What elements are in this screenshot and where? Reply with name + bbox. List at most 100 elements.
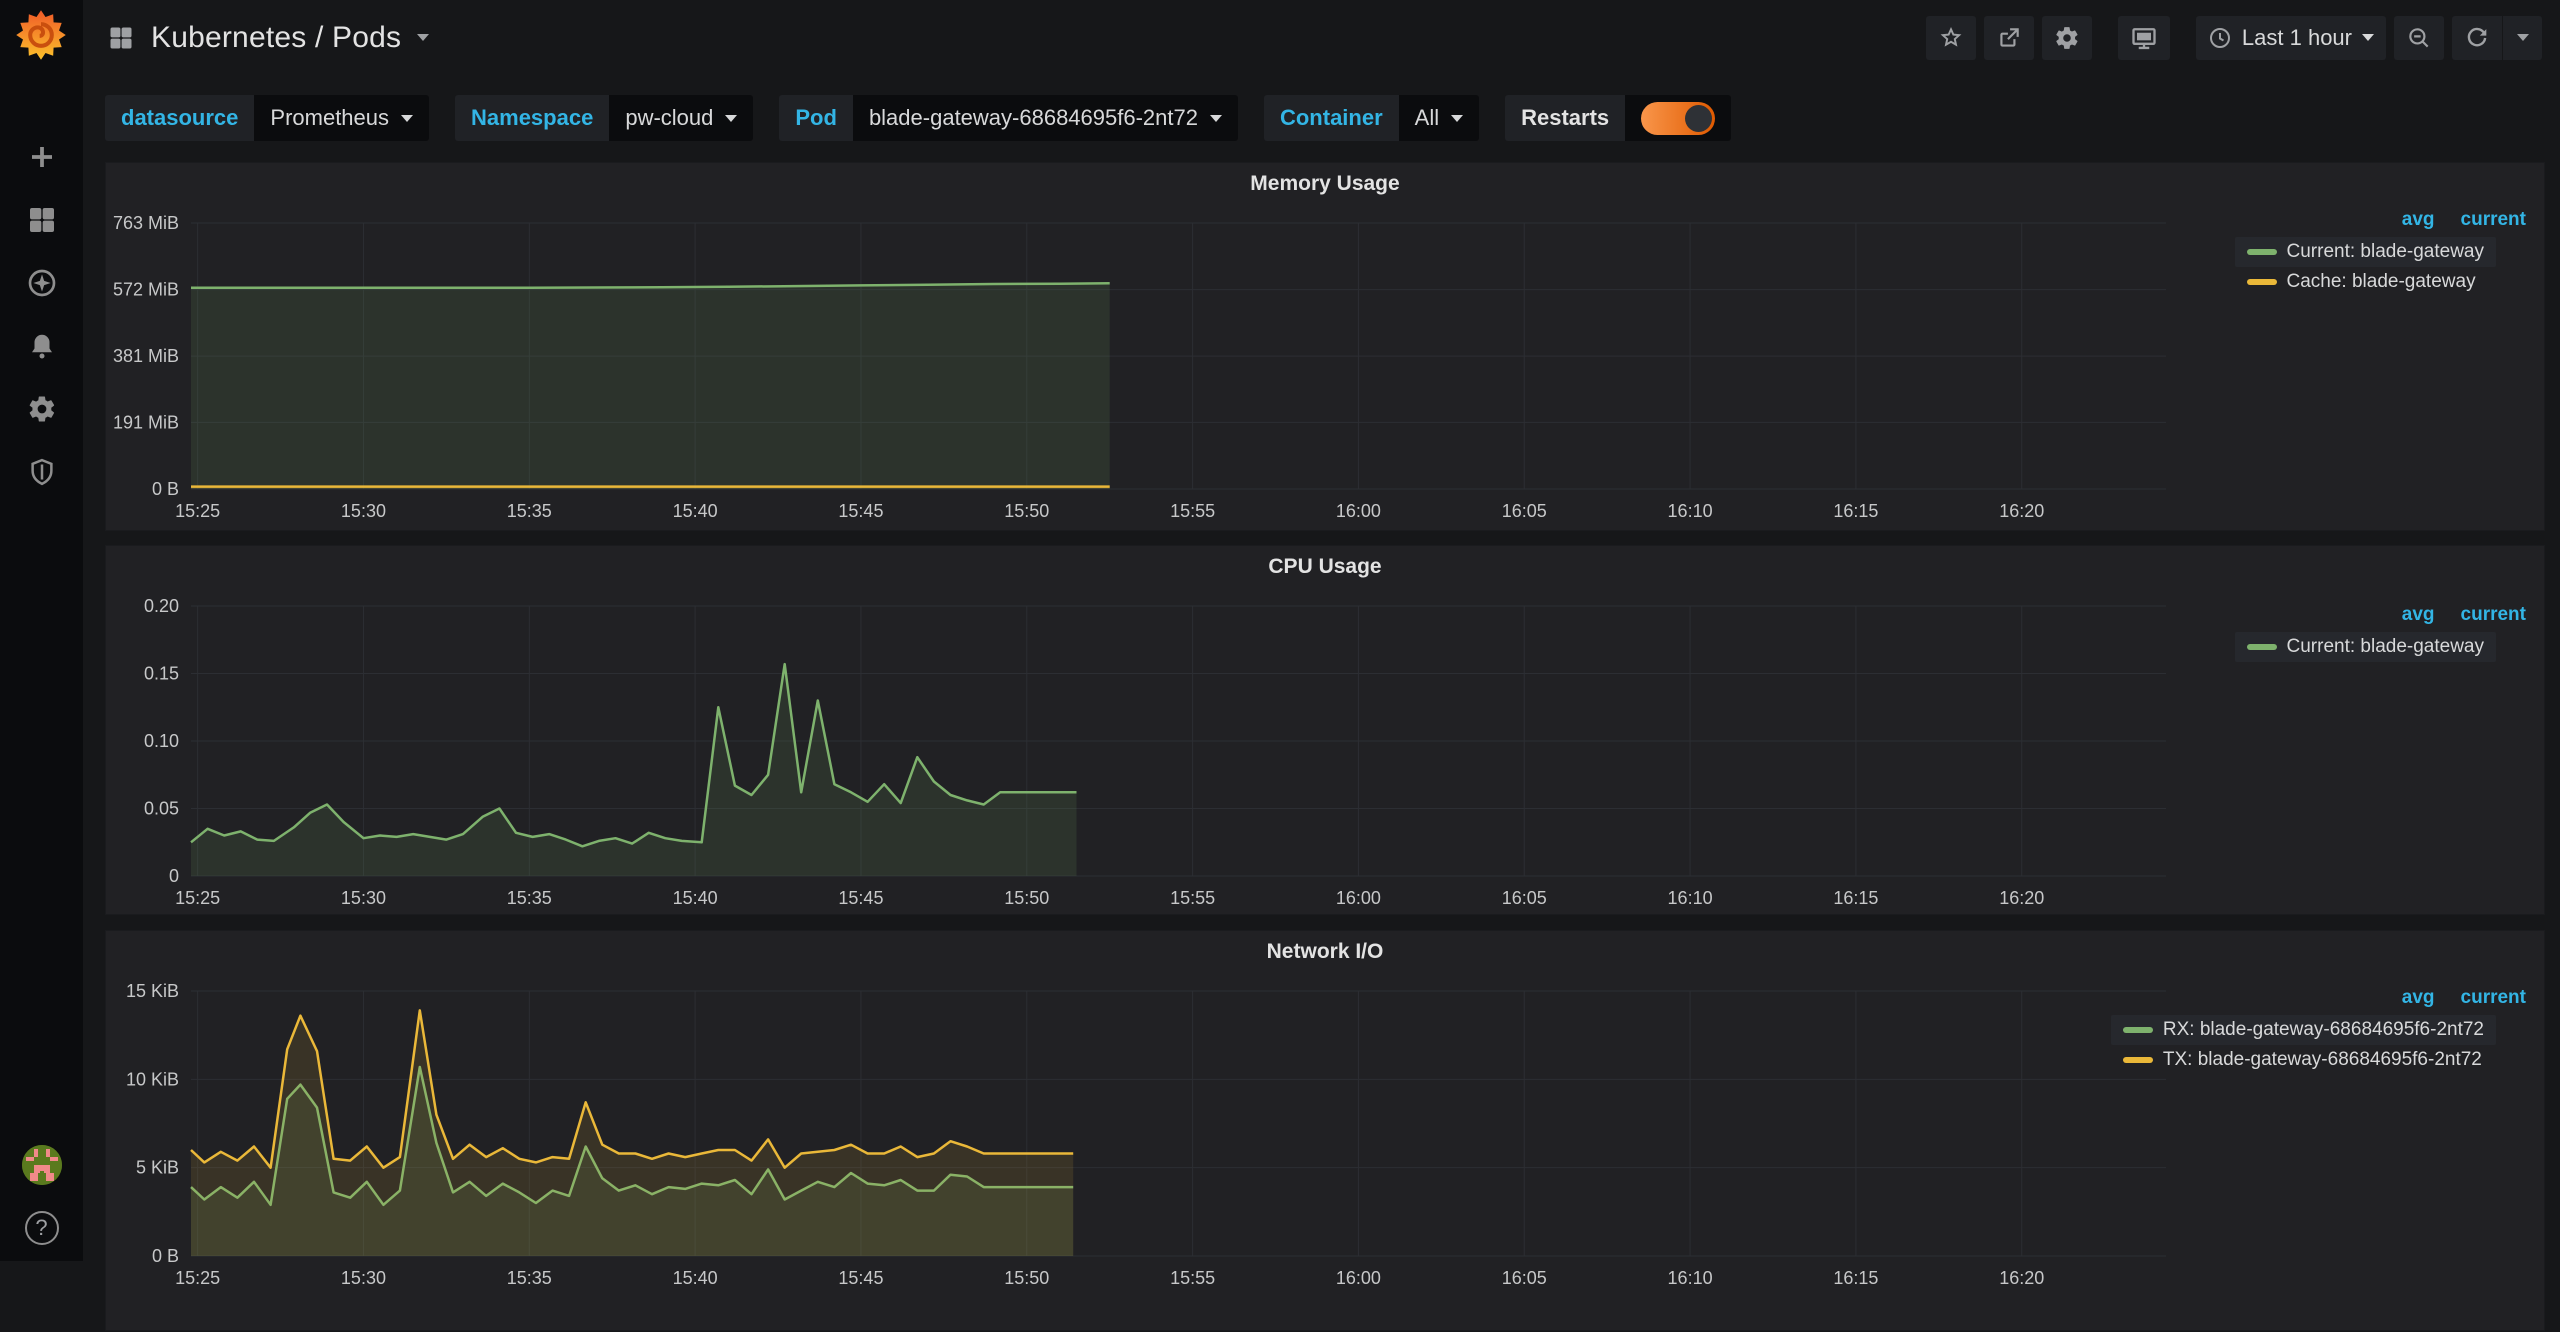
variable-datasource[interactable]: datasource Prometheus [105, 95, 429, 141]
variable-value: All [1415, 105, 1439, 131]
svg-text:16:05: 16:05 [1502, 888, 1547, 908]
legend-item[interactable]: Current: blade-gateway [2235, 237, 2497, 267]
tv-kiosk-button[interactable] [2118, 16, 2170, 60]
explore-compass-icon[interactable] [25, 266, 59, 300]
svg-text:15:25: 15:25 [175, 1268, 220, 1288]
legend-item[interactable]: Current: blade-gateway [2235, 632, 2497, 662]
sidebar-menu [0, 140, 83, 489]
svg-text:15:45: 15:45 [838, 1268, 883, 1288]
svg-text:16:15: 16:15 [1833, 1268, 1878, 1288]
server-admin-shield-icon[interactable] [25, 455, 59, 489]
legend-current-header[interactable]: current [2461, 209, 2526, 231]
svg-text:0: 0 [169, 866, 179, 886]
series-color-swatch [2247, 249, 2277, 255]
legend-item[interactable]: RX: blade-gateway-68684695f6-2nt72 [2111, 1015, 2496, 1045]
series-name: RX: blade-gateway-68684695f6-2nt72 [2163, 1019, 2484, 1041]
alerting-bell-icon[interactable] [25, 329, 59, 363]
dashboard-title-group[interactable]: Kubernetes / Pods [107, 21, 429, 55]
refresh-group [2452, 16, 2542, 60]
configuration-gear-icon[interactable] [25, 392, 59, 426]
svg-text:16:00: 16:00 [1336, 501, 1381, 521]
create-plus-icon[interactable] [25, 140, 59, 174]
time-range-picker[interactable]: Last 1 hour [2196, 16, 2386, 60]
caret-down-icon [2362, 34, 2374, 41]
dashboard-grid-icon [107, 24, 135, 52]
caret-down-icon [725, 115, 737, 122]
svg-text:15:35: 15:35 [507, 888, 552, 908]
svg-text:0.20: 0.20 [144, 596, 179, 616]
svg-text:0 B: 0 B [152, 479, 179, 499]
variable-label: Pod [779, 95, 853, 141]
variable-container[interactable]: Container All [1264, 95, 1479, 141]
legend-headers: avg current [2402, 604, 2530, 626]
variable-pod[interactable]: Pod blade-gateway-68684695f6-2nt72 [779, 95, 1238, 141]
dashboards-icon[interactable] [25, 203, 59, 237]
svg-text:16:10: 16:10 [1668, 1268, 1713, 1288]
svg-text:0.05: 0.05 [144, 799, 179, 819]
star-button[interactable] [1926, 16, 1976, 60]
help-icon[interactable]: ? [25, 1211, 59, 1245]
svg-text:0.10: 0.10 [144, 731, 179, 751]
series-name: Current: blade-gateway [2287, 241, 2485, 263]
top-navbar: Kubernetes / Pods Last 1 hour [83, 0, 2560, 75]
legend-avg-header[interactable]: avg [2402, 987, 2435, 1009]
legend-avg-header[interactable]: avg [2402, 604, 2435, 626]
settings-gear-button[interactable] [2042, 16, 2092, 60]
share-button[interactable] [1984, 16, 2034, 60]
refresh-interval-dropdown[interactable] [2502, 16, 2542, 60]
svg-text:15:45: 15:45 [838, 888, 883, 908]
series-color-swatch [2247, 279, 2277, 285]
legend-headers: avg current [2402, 209, 2530, 231]
series-color-swatch [2123, 1027, 2153, 1033]
panel-memory-usage: Memory Usage 15:2515:3015:3515:4015:4515… [105, 162, 2545, 531]
main-area: Kubernetes / Pods Last 1 hour [83, 0, 2560, 1261]
variable-value: blade-gateway-68684695f6-2nt72 [869, 105, 1198, 131]
caret-down-icon [2517, 34, 2529, 41]
series-name: Cache: blade-gateway [2287, 271, 2476, 293]
cpu-usage-chart[interactable]: 15:2515:3015:3515:4015:4515:5015:5516:00… [106, 546, 2546, 916]
template-variables-row: datasource Prometheus Namespace pw-cloud… [105, 95, 2560, 141]
variable-namespace[interactable]: Namespace pw-cloud [455, 95, 753, 141]
network-legend: avg current RX: blade-gateway-68684695f6… [2111, 987, 2530, 1075]
caret-down-icon [417, 34, 429, 41]
svg-text:15:35: 15:35 [507, 1268, 552, 1288]
restarts-label: Restarts [1505, 95, 1625, 141]
caret-down-icon [1451, 115, 1463, 122]
memory-usage-chart[interactable]: 15:2515:3015:3515:4015:4515:5015:5516:00… [106, 163, 2546, 532]
legend-item[interactable]: Cache: blade-gateway [2235, 267, 2488, 297]
legend-current-header[interactable]: current [2461, 604, 2526, 626]
left-sidebar: ? [0, 0, 83, 1261]
svg-text:15:30: 15:30 [341, 1268, 386, 1288]
grafana-logo[interactable] [14, 8, 68, 62]
refresh-button[interactable] [2452, 16, 2502, 60]
restarts-toggle[interactable] [1641, 102, 1715, 135]
variable-label: datasource [105, 95, 254, 141]
clock-icon [2208, 26, 2232, 50]
user-avatar[interactable] [22, 1145, 62, 1185]
svg-text:16:20: 16:20 [1999, 1268, 2044, 1288]
svg-text:15:40: 15:40 [673, 501, 718, 521]
legend-current-header[interactable]: current [2461, 987, 2526, 1009]
svg-text:381 MiB: 381 MiB [113, 346, 179, 366]
svg-text:16:00: 16:00 [1336, 1268, 1381, 1288]
legend-headers: avg current [2402, 987, 2530, 1009]
variable-label: Container [1264, 95, 1399, 141]
svg-text:15:55: 15:55 [1170, 1268, 1215, 1288]
legend-item[interactable]: TX: blade-gateway-68684695f6-2nt72 [2111, 1045, 2494, 1075]
svg-text:15:30: 15:30 [341, 888, 386, 908]
variable-value: Prometheus [270, 105, 389, 131]
svg-text:16:05: 16:05 [1502, 1268, 1547, 1288]
svg-text:16:20: 16:20 [1999, 888, 2044, 908]
caret-down-icon [1210, 115, 1222, 122]
series-color-swatch [2123, 1057, 2153, 1063]
svg-text:16:10: 16:10 [1668, 501, 1713, 521]
legend-avg-header[interactable]: avg [2402, 209, 2435, 231]
svg-text:0 B: 0 B [152, 1246, 179, 1266]
svg-text:16:05: 16:05 [1502, 501, 1547, 521]
svg-text:15:40: 15:40 [673, 888, 718, 908]
svg-text:15:45: 15:45 [838, 501, 883, 521]
series-name: TX: blade-gateway-68684695f6-2nt72 [2163, 1049, 2482, 1071]
zoom-out-button[interactable] [2394, 16, 2444, 60]
svg-text:0.15: 0.15 [144, 664, 179, 684]
svg-text:191 MiB: 191 MiB [113, 412, 179, 432]
